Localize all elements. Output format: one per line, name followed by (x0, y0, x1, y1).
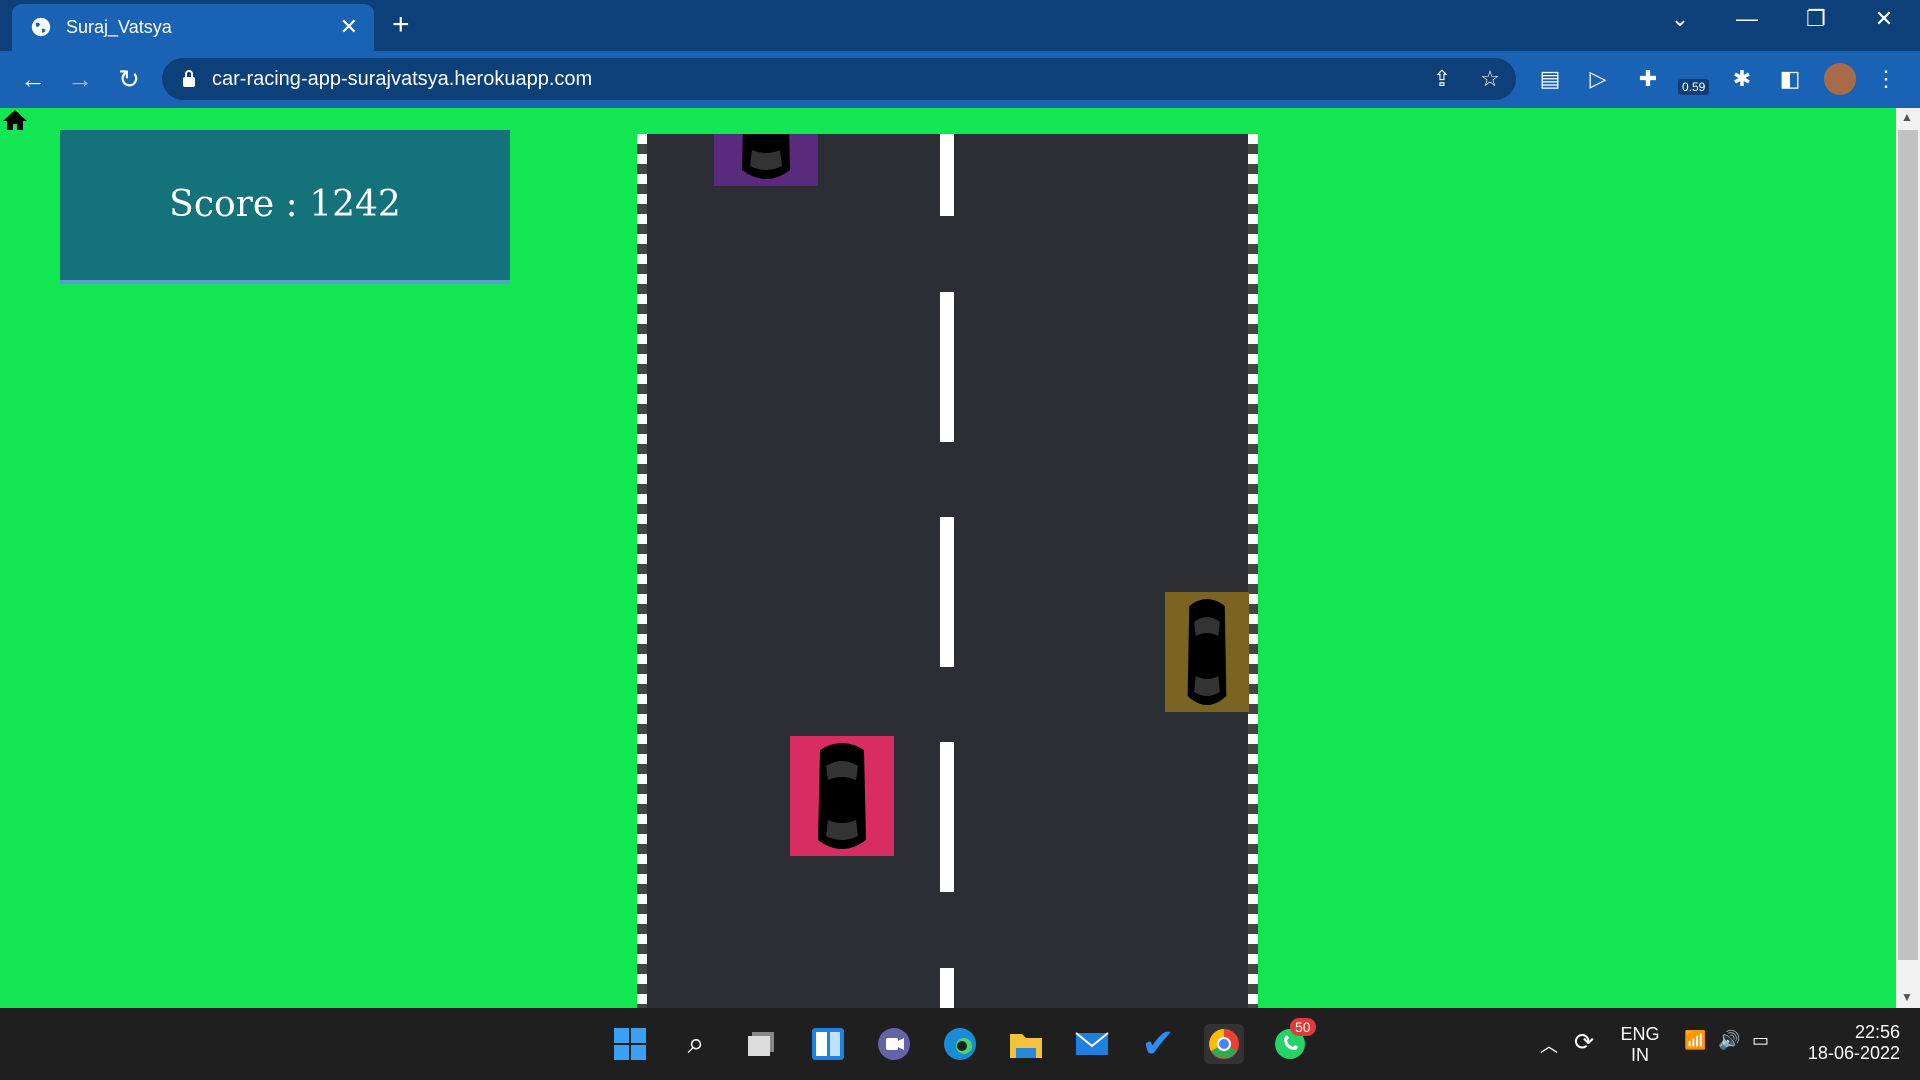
file-explorer-icon[interactable] (1006, 1024, 1046, 1064)
chrome-icon[interactable] (1204, 1024, 1244, 1064)
scroll-up-arrow-icon[interactable]: ▲ (1901, 110, 1913, 124)
restore-button[interactable]: ❐ (1796, 6, 1836, 32)
car-icon (714, 134, 818, 186)
speed-extension-icon[interactable]: 0.59 (1678, 63, 1714, 97)
home-icon[interactable] (2, 108, 28, 132)
lane-marker (940, 134, 954, 216)
extension-badge: 0.59 (1678, 79, 1710, 95)
notification-badge: 50 (1290, 1018, 1316, 1036)
lane-marker (940, 292, 954, 442)
address-bar[interactable]: car-racing-app-surajvatsya.herokuapp.com… (162, 58, 1516, 100)
globe-icon (31, 17, 51, 37)
enemy-car (1165, 592, 1249, 712)
wifi-icon[interactable]: 📶 (1684, 1030, 1706, 1051)
widgets-icon[interactable] (808, 1024, 848, 1064)
scrollbar-thumb[interactable] (1898, 130, 1918, 960)
mail-icon[interactable] (1072, 1024, 1112, 1064)
menu-icon[interactable]: ⋮ (1872, 65, 1900, 93)
road-right-edge (1248, 134, 1258, 1008)
lane-marker (940, 517, 954, 667)
enemy-car-body (714, 134, 818, 186)
todo-icon[interactable]: ✔ (1138, 1024, 1178, 1064)
browser-toolbar: ← → ↻ car-racing-app-surajvatsya.herokua… (0, 51, 1920, 108)
lane-marker (940, 968, 954, 1008)
forward-button[interactable]: → (63, 64, 97, 95)
teams-chat-icon[interactable] (874, 1024, 914, 1064)
tab-search-icon[interactable]: ⌄ (1660, 6, 1700, 32)
share-icon[interactable]: ⇪ (1428, 65, 1456, 93)
volume-icon[interactable]: 🔊 (1718, 1030, 1740, 1051)
side-panel-icon[interactable]: ◧ (1776, 65, 1804, 93)
game-page: Score : 1242 (0, 108, 1920, 1008)
minimize-button[interactable]: — (1727, 6, 1767, 32)
road-left-edge (637, 134, 647, 1008)
tab-title: Suraj_Vatsya (66, 17, 172, 37)
lock-icon (183, 70, 195, 87)
lane-marker (940, 742, 954, 892)
sync-icon[interactable]: ⟳ (1574, 1028, 1594, 1057)
dpad-extension-icon[interactable]: ✚ (1634, 65, 1662, 93)
url-text: car-racing-app-surajvatsya.herokuapp.com (212, 68, 593, 90)
taskbar: ⌕ ✔ 50 ︿ ⟳ ENG IN 📶 🔊 ▭ 22:56 18-06-2022 (0, 1008, 1920, 1080)
language-indicator[interactable]: ENG IN (1616, 1024, 1664, 1066)
whatsapp-icon[interactable]: 50 (1270, 1018, 1316, 1064)
bookmark-star-icon[interactable]: ☆ (1476, 65, 1504, 93)
clock-date: 18-06-2022 (1807, 1043, 1900, 1063)
close-tab-icon[interactable]: ✕ (340, 14, 358, 40)
score-text: Score : 1242 (169, 184, 401, 225)
browser-tab[interactable]: Suraj_Vatsya ✕ (12, 4, 374, 51)
clock-time: 22:56 (1854, 1022, 1900, 1042)
car-icon (790, 736, 894, 856)
close-window-button[interactable]: ✕ (1864, 6, 1904, 32)
start-icon[interactable] (610, 1024, 650, 1064)
player-car[interactable] (790, 736, 894, 856)
new-tab-button[interactable]: + (392, 8, 410, 42)
puzzle-icon[interactable]: ✱ (1728, 65, 1756, 93)
enemy-car (714, 134, 818, 186)
edge-browser-icon[interactable] (940, 1024, 980, 1064)
reload-button[interactable]: ↻ (112, 64, 146, 95)
play-extension-icon[interactable]: ▷ (1584, 65, 1612, 93)
scroll-down-arrow-icon[interactable]: ▼ (1901, 990, 1913, 1004)
chevron-up-icon[interactable]: ︿ (1540, 1032, 1558, 1058)
avatar[interactable] (1824, 63, 1856, 95)
task-view-icon[interactable] (742, 1024, 782, 1064)
tab-strip: Suraj_Vatsya ✕ + ⌄ — ❐ ✕ (0, 0, 1920, 51)
car-icon (1165, 592, 1249, 712)
score-panel: Score : 1242 (60, 130, 510, 280)
language-top: ENG (1620, 1024, 1660, 1044)
search-icon[interactable]: ⌕ (676, 1024, 716, 1064)
language-bottom: IN (1631, 1045, 1649, 1065)
battery-icon[interactable]: ▭ (1752, 1030, 1769, 1051)
back-button[interactable]: ← (16, 64, 50, 95)
clock[interactable]: 22:56 18-06-2022 (1790, 1022, 1900, 1064)
extension-icon[interactable]: ▤ (1536, 65, 1564, 93)
